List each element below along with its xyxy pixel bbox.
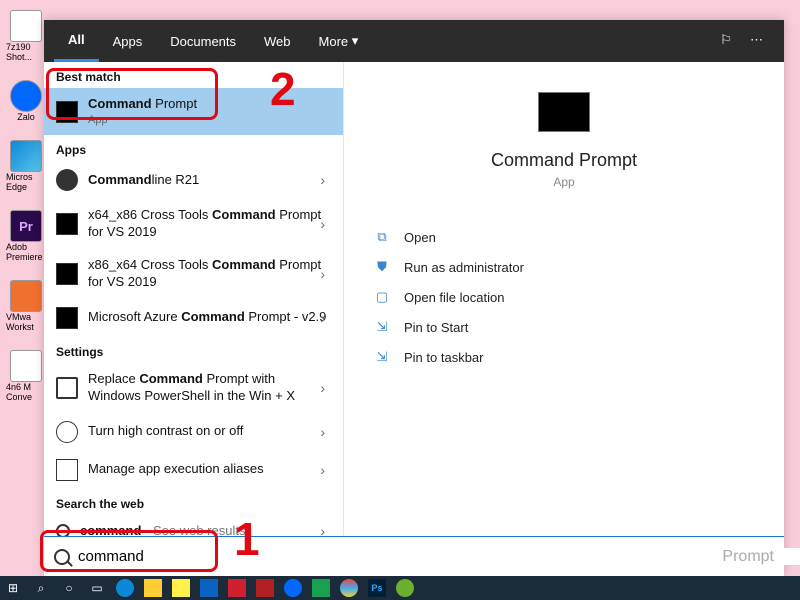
desktop-icon-vmware[interactable]: VMwa Workst xyxy=(6,280,46,332)
action-pin-taskbar[interactable]: ⇲Pin to taskbar xyxy=(374,349,764,365)
section-settings: Settings xyxy=(44,337,343,363)
result-high-contrast[interactable]: Turn high contrast on or off › xyxy=(44,413,343,451)
taskbar-explorer-icon[interactable] xyxy=(144,579,162,597)
search-tabs: All Apps Documents Web More ▾ ⚐ ⋯ xyxy=(44,20,784,62)
section-search-web: Search the web xyxy=(44,489,343,515)
laptop-icon xyxy=(56,377,78,399)
command-prompt-icon xyxy=(56,213,78,235)
taskbar-photoshop-icon[interactable]: Ps xyxy=(368,579,386,597)
annotation-number-2: 2 xyxy=(270,62,296,116)
desktop-icon-edge[interactable]: Micros Edge xyxy=(6,140,46,192)
pin-icon: ⇲ xyxy=(374,319,390,335)
command-prompt-icon xyxy=(56,263,78,285)
results-column: Best match Command PromptApp Apps Comman… xyxy=(44,62,344,536)
task-view-icon[interactable]: ▭ xyxy=(88,579,106,597)
tab-all[interactable]: All xyxy=(54,20,99,62)
taskbar-chrome-icon[interactable] xyxy=(340,579,358,597)
result-commandline-r21[interactable]: Commandline R21 › xyxy=(44,161,343,199)
desktop-icon-4n6[interactable]: 4n6 M Conve xyxy=(6,350,46,402)
annotation-box-1 xyxy=(40,530,218,572)
section-apps: Apps xyxy=(44,135,343,161)
desktop-icon-7zip[interactable]: 7z190 Shot... xyxy=(6,10,46,62)
taskbar: ⊞ ⌕ ○ ▭ Ps xyxy=(0,576,800,600)
annotation-box-2 xyxy=(46,68,218,120)
command-prompt-icon xyxy=(56,307,78,329)
result-azure-cmd[interactable]: Microsoft Azure Command Prompt - v2.9 › xyxy=(44,299,343,337)
result-x64-x86-vs[interactable]: x64_x86 Cross Tools Command Prompt for V… xyxy=(44,199,343,249)
action-open-location[interactable]: ▢Open file location xyxy=(374,289,764,305)
start-button[interactable]: ⊞ xyxy=(4,579,22,597)
taskbar-search-icon[interactable]: ⌕ xyxy=(32,579,50,597)
folder-icon: ▢ xyxy=(374,289,390,305)
annotation-number-1: 1 xyxy=(234,512,260,566)
chevron-right-icon: › xyxy=(320,172,325,188)
contrast-icon xyxy=(56,421,78,443)
chevron-right-icon: › xyxy=(320,424,325,440)
taskbar-edge-icon[interactable] xyxy=(116,579,134,597)
preview-title: Command Prompt xyxy=(491,150,637,171)
tab-documents[interactable]: Documents xyxy=(156,20,250,62)
chevron-right-icon: › xyxy=(320,523,325,536)
chevron-right-icon: › xyxy=(320,380,325,396)
tab-web[interactable]: Web xyxy=(250,20,305,62)
desktop-icon-premiere[interactable]: PrAdob Premiere xyxy=(6,210,46,262)
more-options-icon[interactable]: ⋯ xyxy=(750,32,768,50)
taskbar-app-icon[interactable] xyxy=(396,579,414,597)
result-app-aliases[interactable]: Manage app execution aliases › xyxy=(44,451,343,489)
tab-more[interactable]: More ▾ xyxy=(305,20,373,62)
action-pin-start[interactable]: ⇲Pin to Start xyxy=(374,319,764,335)
action-run-admin[interactable]: ⛊Run as administrator xyxy=(374,259,764,275)
taskbar-folder-icon[interactable] xyxy=(172,579,190,597)
admin-icon: ⛊ xyxy=(374,259,390,275)
chevron-right-icon: › xyxy=(320,310,325,326)
chevron-right-icon: › xyxy=(320,266,325,282)
pin-icon: ⇲ xyxy=(374,349,390,365)
taskbar-office-icon[interactable] xyxy=(256,579,274,597)
result-replace-cmd-ps[interactable]: Replace Command Prompt with Windows Powe… xyxy=(44,363,343,413)
feedback-icon[interactable]: ⚐ xyxy=(720,32,738,50)
desktop-icon-zalo[interactable]: Zalo xyxy=(6,80,46,122)
list-icon xyxy=(56,459,78,481)
chevron-right-icon: › xyxy=(320,216,325,232)
taskbar-mail-icon[interactable] xyxy=(200,579,218,597)
taskbar-zalo-icon[interactable] xyxy=(284,579,302,597)
tab-apps[interactable]: Apps xyxy=(99,20,157,62)
action-open[interactable]: ⧉Open xyxy=(374,229,764,245)
cortana-icon[interactable]: ○ xyxy=(60,579,78,597)
preview-column: Command Prompt App ⧉Open ⛊Run as adminis… xyxy=(344,62,784,536)
app-icon xyxy=(56,169,78,191)
preview-command-prompt-icon xyxy=(538,92,590,132)
taskbar-store-icon[interactable] xyxy=(228,579,246,597)
chevron-right-icon: › xyxy=(320,462,325,478)
preview-type: App xyxy=(553,175,574,189)
result-x86-x64-vs[interactable]: x86_x64 Cross Tools Command Prompt for V… xyxy=(44,249,343,299)
desktop-icons: 7z190 Shot... Zalo Micros Edge PrAdob Pr… xyxy=(6,10,46,402)
open-icon: ⧉ xyxy=(374,229,390,245)
taskbar-line-icon[interactable] xyxy=(312,579,330,597)
